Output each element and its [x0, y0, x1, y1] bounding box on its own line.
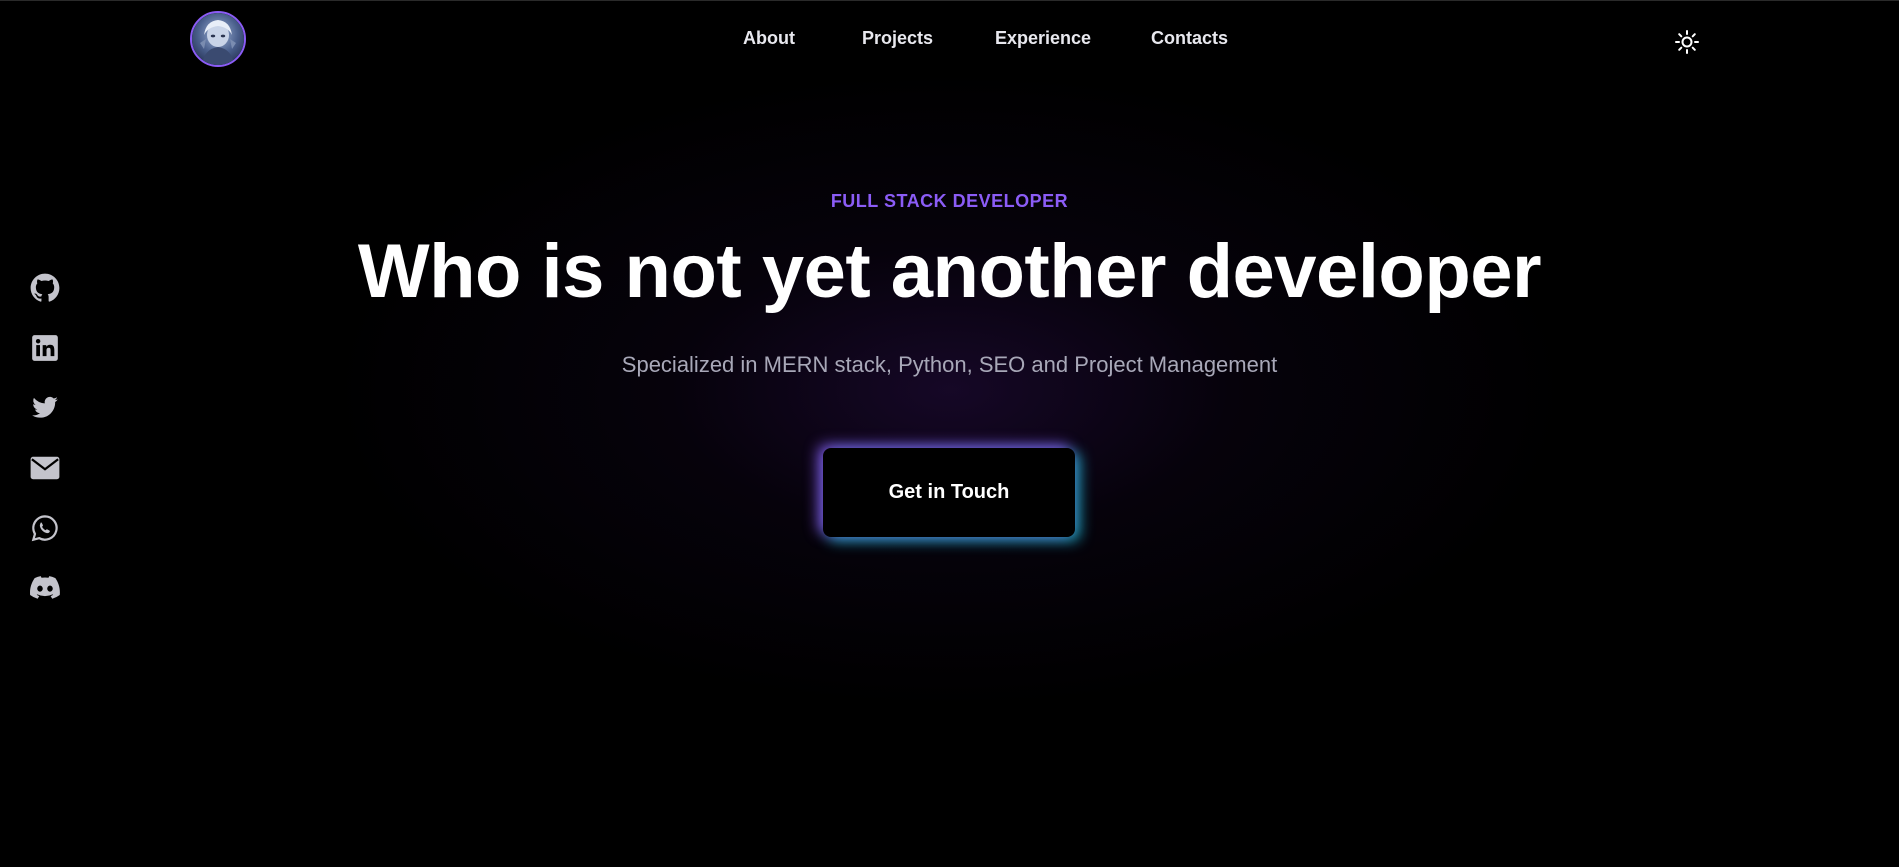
main-nav: About Projects Experience Contacts	[0, 28, 1899, 58]
hero-subtitle: Specialized in MERN stack, Python, SEO a…	[621, 352, 1278, 377]
page: About Projects Experience Contacts FULL …	[0, 0, 1899, 867]
sun-icon	[1675, 30, 1699, 54]
discord-icon	[30, 576, 60, 599]
mail-icon	[30, 456, 60, 480]
nav-contacts[interactable]: Contacts	[1151, 28, 1228, 49]
twitter-icon	[32, 396, 58, 418]
hero-eyebrow: FULL STACK DEVELOPER	[830, 191, 1069, 211]
nav-experience[interactable]: Experience	[995, 28, 1091, 49]
whatsapp-link[interactable]	[29, 512, 61, 544]
nav-about[interactable]: About	[743, 28, 795, 49]
email-link[interactable]	[29, 452, 61, 484]
get-in-touch-button[interactable]: Get in Touch	[823, 448, 1075, 537]
top-border	[0, 0, 1899, 1]
nav-projects[interactable]: Projects	[862, 28, 933, 49]
discord-link[interactable]	[29, 572, 61, 604]
theme-toggle-button[interactable]	[1674, 29, 1700, 55]
twitter-link[interactable]	[29, 392, 61, 424]
hero-headline: Who is not yet another developer	[357, 229, 1542, 314]
whatsapp-icon	[31, 515, 58, 542]
